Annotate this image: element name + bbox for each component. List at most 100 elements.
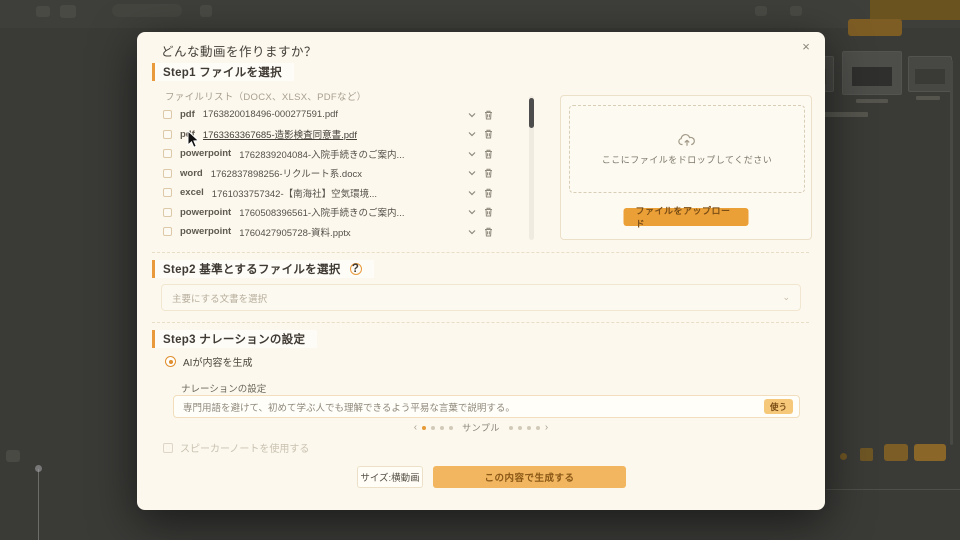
file-name[interactable]: 1760427905728-資料.pptx bbox=[239, 225, 460, 239]
base-file-select[interactable]: 主要にする文書を選択 ⌄ bbox=[161, 284, 801, 311]
carousel-dot[interactable] bbox=[440, 426, 444, 430]
chevron-down-icon[interactable] bbox=[468, 190, 476, 196]
carousel-dot[interactable] bbox=[509, 426, 513, 430]
file-row[interactable]: excel 1761033757342-【南海社】空気環境... bbox=[163, 183, 493, 203]
speaker-note-checkbox-row[interactable]: スピーカーノートを使用する bbox=[163, 440, 309, 455]
step2-label: Step2 基準とするファイルを選択 bbox=[163, 261, 341, 277]
carousel-dot[interactable] bbox=[431, 426, 435, 430]
file-list-scrollbar-thumb[interactable] bbox=[529, 98, 534, 128]
carousel-next-icon[interactable]: › bbox=[545, 423, 548, 433]
narration-prompt-input[interactable]: 専門用語を避けて、初めて学ぶ人でも理解できるよう平易な言葉で説明する。 使う bbox=[173, 395, 800, 418]
checkbox-icon[interactable] bbox=[163, 188, 172, 197]
menu-icon bbox=[36, 6, 50, 17]
file-row[interactable]: word 1762837898256-リクルート系.docx bbox=[163, 164, 493, 184]
chevron-down-icon[interactable] bbox=[468, 151, 476, 157]
generate-video-button-label: この内容で生成する bbox=[484, 470, 574, 484]
chevron-down-icon[interactable] bbox=[468, 131, 476, 137]
file-type-label: pdf bbox=[180, 129, 195, 140]
file-name[interactable]: 1763820018496-000277591.pdf bbox=[203, 109, 460, 120]
timeline-playhead-line bbox=[38, 469, 39, 540]
video-size-button-label: サイズ:横動画 bbox=[360, 470, 419, 484]
carousel-dot[interactable] bbox=[518, 426, 522, 430]
trash-icon[interactable] bbox=[484, 110, 493, 120]
background-status-pill bbox=[112, 4, 182, 17]
background-toolbar-icon bbox=[200, 5, 212, 17]
checkbox-icon[interactable] bbox=[163, 130, 172, 139]
file-row[interactable]: pdf 1763820018496-000277591.pdf bbox=[163, 105, 493, 125]
trash-icon[interactable] bbox=[484, 168, 493, 178]
file-name[interactable]: 1762839204084-入院手続きのご案内... bbox=[239, 147, 460, 161]
file-type-label: word bbox=[180, 168, 203, 179]
file-row[interactable]: powerpoint 1760508396561-入院手続きのご案内... bbox=[163, 203, 493, 223]
checkbox-icon[interactable] bbox=[163, 149, 172, 158]
checkbox-icon[interactable] bbox=[163, 110, 172, 119]
file-list: pdf 1763820018496-000277591.pdf pdf 1763… bbox=[163, 105, 493, 242]
upload-file-button[interactable]: ファイルをアップロード bbox=[624, 208, 749, 226]
carousel-dot[interactable] bbox=[536, 426, 540, 430]
background-header-button bbox=[870, 0, 960, 20]
trash-icon[interactable] bbox=[484, 227, 493, 237]
video-size-button[interactable]: サイズ:横動画 bbox=[357, 466, 423, 488]
background-thumbnail-caption bbox=[916, 96, 940, 100]
app-root: × どんな動画を作りますか？ Step1 ファイルを選択 ファイルリスト（DOC… bbox=[0, 0, 960, 540]
file-name[interactable]: 1763363367685-造影検査同意書.pdf bbox=[203, 127, 460, 141]
help-icon[interactable]: ? bbox=[350, 263, 362, 275]
upload-file-button-label: ファイルをアップロード bbox=[636, 204, 737, 230]
carousel-dot[interactable] bbox=[449, 426, 453, 430]
background-divider bbox=[826, 489, 960, 490]
chevron-down-icon[interactable] bbox=[468, 170, 476, 176]
carousel-dot-active[interactable] bbox=[422, 426, 426, 430]
dropzone-text: ここにファイルをドロップしてください bbox=[602, 153, 772, 166]
file-type-label: powerpoint bbox=[180, 226, 231, 237]
upload-panel: ここにファイルをドロップしてください ファイルをアップロード bbox=[560, 95, 812, 240]
carousel-prev-icon[interactable]: ‹ bbox=[414, 423, 417, 433]
carousel-label: サンプル bbox=[462, 421, 500, 434]
checkbox-icon[interactable] bbox=[163, 208, 172, 217]
step2-header: Step2 基準とするファイルを選択 ? bbox=[152, 260, 374, 278]
chevron-down-icon[interactable] bbox=[468, 209, 476, 215]
file-dropzone[interactable]: ここにファイルをドロップしてください bbox=[569, 105, 805, 193]
background-slide-thumbnail bbox=[842, 51, 902, 95]
background-timeline-control bbox=[860, 448, 873, 461]
file-list-scrollbar[interactable] bbox=[529, 96, 534, 240]
background-generate-button bbox=[848, 19, 902, 36]
generate-video-button[interactable]: この内容で生成する bbox=[433, 466, 626, 488]
undo-icon bbox=[60, 5, 76, 18]
background-toolbar-icon bbox=[790, 6, 802, 16]
ai-generate-radio-row[interactable]: AIが内容を生成 bbox=[165, 354, 252, 369]
cloud-upload-icon bbox=[678, 133, 696, 147]
file-name[interactable]: 1762837898256-リクルート系.docx bbox=[211, 166, 460, 180]
chevron-down-icon[interactable] bbox=[468, 229, 476, 235]
create-video-dialog: × どんな動画を作りますか？ Step1 ファイルを選択 ファイルリスト（DOC… bbox=[137, 32, 825, 510]
background-slide-thumbnail bbox=[908, 56, 952, 92]
file-row[interactable]: powerpoint 1762839204084-入院手続きのご案内... bbox=[163, 144, 493, 164]
chevron-down-icon[interactable] bbox=[468, 112, 476, 118]
dialog-title: どんな動画を作りますか？ bbox=[161, 41, 317, 60]
base-file-select-placeholder: 主要にする文書を選択 bbox=[172, 291, 782, 305]
file-row[interactable]: pdf 1763363367685-造影検査同意書.pdf bbox=[163, 125, 493, 145]
carousel-dot[interactable] bbox=[527, 426, 531, 430]
checkbox-icon[interactable] bbox=[163, 443, 173, 453]
background-timeline-control bbox=[840, 453, 847, 460]
speaker-note-label: スピーカーノートを使用する bbox=[180, 440, 309, 455]
step1-label: Step1 ファイルを選択 bbox=[163, 64, 282, 80]
trash-icon[interactable] bbox=[484, 207, 493, 217]
file-name[interactable]: 1761033757342-【南海社】空気環境... bbox=[212, 186, 460, 200]
close-icon[interactable]: × bbox=[797, 37, 815, 55]
trash-icon[interactable] bbox=[484, 188, 493, 198]
sample-carousel: ‹ サンプル › bbox=[137, 421, 825, 434]
file-list-label: ファイルリスト（DOCX、XLSX、PDFなど） bbox=[165, 89, 366, 103]
trash-icon[interactable] bbox=[484, 149, 493, 159]
ai-generate-radio-label: AIが内容を生成 bbox=[183, 354, 252, 369]
chevron-down-icon: ⌄ bbox=[782, 292, 790, 303]
radio-selected-icon[interactable] bbox=[165, 356, 176, 367]
trash-icon[interactable] bbox=[484, 129, 493, 139]
file-row[interactable]: powerpoint 1760427905728-資料.pptx bbox=[163, 222, 493, 242]
file-type-label: pdf bbox=[180, 109, 195, 120]
file-name[interactable]: 1760508396561-入院手続きのご案内... bbox=[239, 205, 460, 219]
narration-prompt-text: 専門用語を避けて、初めて学ぶ人でも理解できるよう平易な言葉で説明する。 bbox=[183, 400, 764, 414]
use-sample-button[interactable]: 使う bbox=[764, 399, 793, 414]
checkbox-icon[interactable] bbox=[163, 227, 172, 236]
checkbox-icon[interactable] bbox=[163, 169, 172, 178]
background-timeline-icon bbox=[6, 450, 20, 462]
